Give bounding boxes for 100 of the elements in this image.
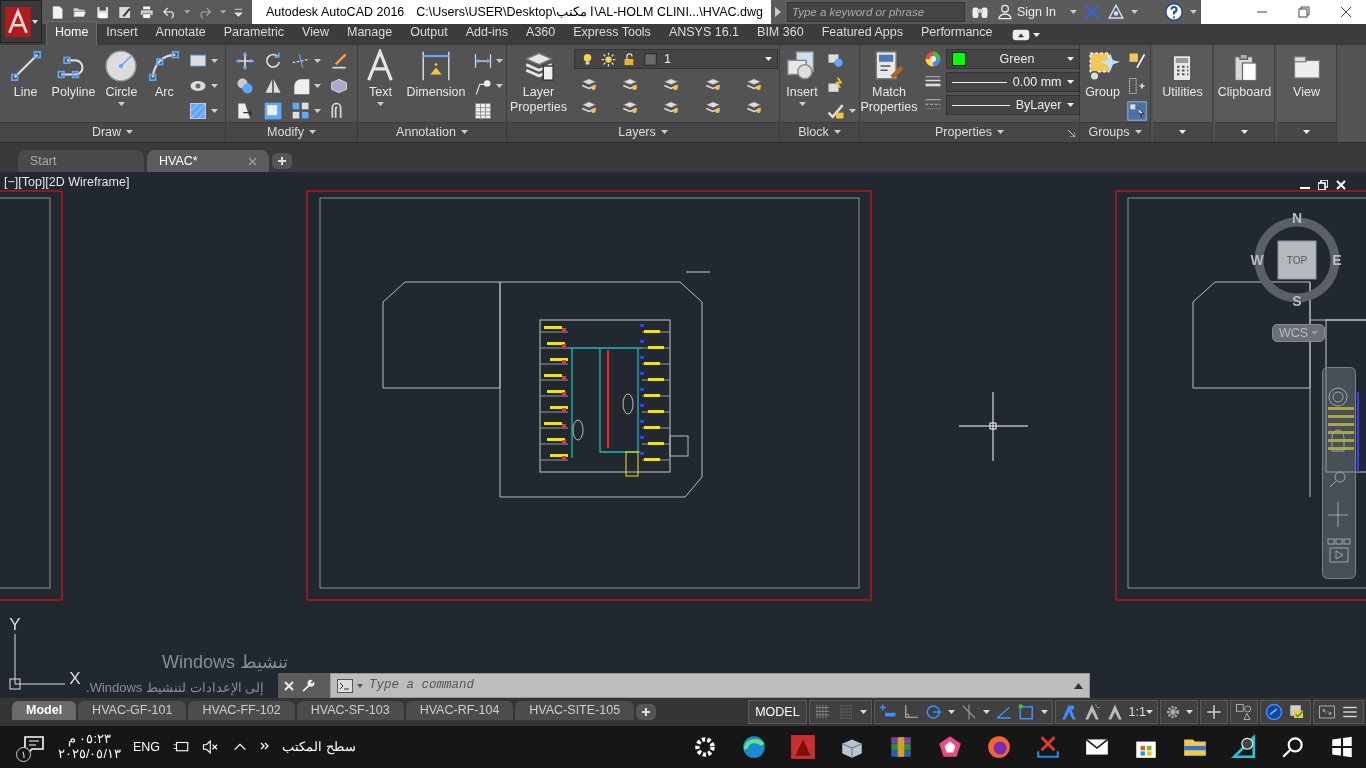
- caret-icon[interactable]: [313, 83, 321, 89]
- draw-tool-button[interactable]: Line: [6, 49, 45, 100]
- search-field[interactable]: Type a keyword or phrase: [786, 2, 965, 22]
- insert-button[interactable]: Insert: [783, 49, 821, 107]
- move-icon[interactable]: [234, 51, 255, 71]
- caret-icon[interactable]: [1241, 130, 1248, 135]
- customize-menu-icon[interactable]: [233, 6, 244, 18]
- swirl-browser-icon[interactable]: [740, 734, 767, 760]
- caret-icon[interactable]: [1179, 130, 1186, 135]
- layer-icon[interactable]: [662, 75, 681, 93]
- group-button[interactable]: Group: [1083, 49, 1122, 100]
- compass-letter[interactable]: W: [1250, 252, 1264, 268]
- ribbon-tab[interactable]: View: [293, 21, 338, 45]
- download-cross-icon[interactable]: [1034, 734, 1061, 760]
- document-tab[interactable]: HVAC*: [147, 150, 269, 172]
- caret-icon[interactable]: [947, 709, 955, 715]
- shapes-icon[interactable]: [1235, 703, 1253, 721]
- navigation-bar-drawing[interactable]: [1322, 367, 1356, 579]
- box-icon[interactable]: [328, 76, 349, 96]
- compass-letter[interactable]: N: [1291, 210, 1303, 226]
- layer-icon[interactable]: [703, 75, 722, 93]
- caret-icon[interactable]: [1130, 9, 1138, 15]
- caret-icon[interactable]: [495, 58, 503, 64]
- clock[interactable]: ٠٥:٢٣ م ٢٠٢٥/٠٥/١٣: [58, 732, 121, 762]
- ribbon-tab[interactable]: BIM 360: [748, 21, 813, 45]
- layer-icon[interactable]: [744, 75, 763, 93]
- color-wheel-icon[interactable]: [924, 50, 943, 68]
- document-tab[interactable]: Start: [18, 150, 144, 172]
- caret-icon[interactable]: [376, 102, 384, 107]
- layer-icon[interactable]: [580, 98, 598, 116]
- caret-icon[interactable]: [1032, 32, 1040, 38]
- caret-icon[interactable]: [859, 709, 867, 715]
- compass-letter[interactable]: E: [1332, 252, 1342, 268]
- caret-icon[interactable]: [495, 83, 503, 89]
- layout-tab[interactable]: HVAC-GF-101: [78, 701, 187, 720]
- caret-icon[interactable]: [1067, 56, 1075, 62]
- pentagon-icon[interactable]: [936, 734, 963, 760]
- caret-icon[interactable]: [460, 130, 468, 135]
- wrench-icon[interactable]: [300, 678, 315, 693]
- caret-icon[interactable]: [1040, 709, 1048, 715]
- caret-icon[interactable]: [833, 130, 841, 135]
- trim-icon[interactable]: [290, 51, 311, 71]
- caret-icon[interactable]: [849, 108, 856, 114]
- layer-icon[interactable]: [621, 98, 640, 116]
- layer-icon[interactable]: [580, 75, 598, 93]
- layout-tab[interactable]: HVAC-RF-104: [405, 701, 514, 720]
- dialog-launcher-icon[interactable]: [1068, 130, 1075, 137]
- layout-tab[interactable]: HVAC-FF-102: [188, 701, 295, 720]
- triangle-app-icon[interactable]: [789, 734, 816, 760]
- ribbon-tab[interactable]: Add-ins: [456, 21, 518, 45]
- layout-tab[interactable]: HVAC-SITE-105: [515, 701, 635, 720]
- layer-icon[interactable]: [621, 75, 640, 93]
- ribbon-tab[interactable]: Insert: [97, 21, 147, 45]
- scale-icon[interactable]: [262, 101, 283, 121]
- printer-icon[interactable]: [139, 3, 155, 21]
- fox-globe-icon[interactable]: [985, 734, 1012, 760]
- layout-tab[interactable]: Model: [12, 701, 77, 720]
- plus-icon[interactable]: [1205, 703, 1223, 721]
- triangle-people-icon[interactable]: [1106, 3, 1125, 21]
- layer-dropdown[interactable]: 1: [574, 49, 778, 69]
- caret-icon[interactable]: [765, 56, 772, 62]
- grid-icon[interactable]: [813, 703, 832, 721]
- caret-icon[interactable]: [1146, 709, 1153, 715]
- table-icon[interactable]: [472, 101, 493, 121]
- layer-icon[interactable]: [662, 98, 681, 116]
- caret-icon[interactable]: [798, 102, 806, 107]
- caret-icon[interactable]: [1186, 709, 1193, 715]
- minimize-ribbon-icon[interactable]: [1011, 29, 1030, 41]
- hatched-square-icon[interactable]: [188, 101, 209, 121]
- new-layout-plus-icon[interactable]: [636, 704, 657, 720]
- layer-icon[interactable]: [703, 98, 722, 116]
- dimension-tool-button[interactable]: Dimension: [404, 49, 468, 100]
- help-icon[interactable]: [1163, 2, 1184, 22]
- annotation-person-icon[interactable]: [1059, 703, 1078, 721]
- caret-icon[interactable]: [211, 108, 219, 114]
- command-field[interactable]: Type a command: [367, 675, 1070, 696]
- polar-circle-icon[interactable]: [924, 703, 943, 721]
- caret-icon[interactable]: [211, 83, 219, 89]
- copy-icon[interactable]: [234, 76, 255, 96]
- ribbon-tab[interactable]: Performance: [911, 21, 1002, 45]
- draw-tool-button[interactable]: Circle: [102, 49, 141, 107]
- sign-in-button[interactable]: Sign In: [994, 2, 1058, 22]
- layer-icon[interactable]: [744, 98, 763, 116]
- desktop-toolbar-label[interactable]: سطح المكتب: [282, 737, 356, 757]
- caret-icon[interactable]: [211, 58, 219, 64]
- history-arrow-icon[interactable]: [1074, 682, 1083, 689]
- draw-tool-button[interactable]: Polyline: [49, 49, 98, 100]
- array-icon[interactable]: [290, 101, 311, 121]
- ribbon-tab[interactable]: Featured Apps: [812, 21, 912, 45]
- linetype-dropdown[interactable]: ByLayer: [946, 95, 1081, 115]
- viewport-controls-label[interactable]: [−][Top][2D Wireframe]: [4, 173, 130, 192]
- restore-icon[interactable]: [1318, 180, 1328, 190]
- ungroup-icon[interactable]: [1126, 76, 1147, 96]
- caret-icon[interactable]: [313, 58, 321, 64]
- document-check-icon[interactable]: [1288, 703, 1306, 721]
- match-properties-button[interactable]: Match Properties: [858, 49, 920, 115]
- caret-icon[interactable]: [1303, 130, 1310, 135]
- lineweight-dropdown[interactable]: 0.00 mm: [946, 72, 1081, 92]
- ribbon-tab[interactable]: Annotate: [146, 21, 215, 45]
- caret-icon[interactable]: [982, 709, 990, 715]
